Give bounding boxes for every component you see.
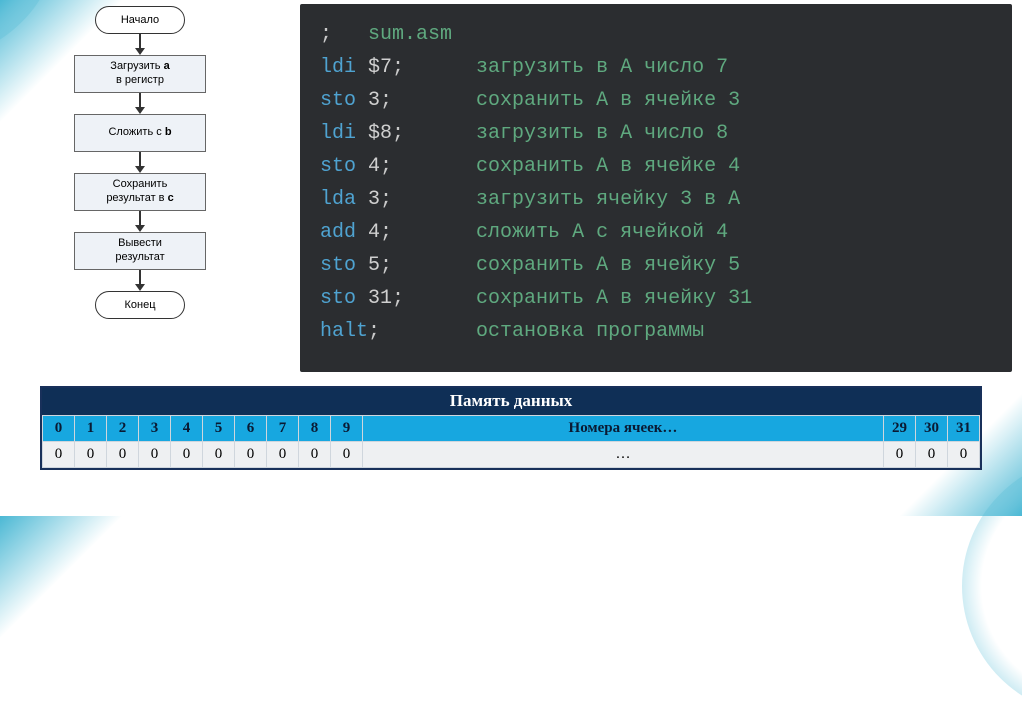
memory-value-cell: 0 xyxy=(299,442,331,468)
arrow-icon xyxy=(135,34,145,55)
flow-step-store: Сохранить результат в c xyxy=(74,173,206,211)
memory-value-cell: 0 xyxy=(884,442,916,468)
memory-header-cell: 8 xyxy=(299,416,331,442)
flow-start: Начало xyxy=(95,6,185,34)
memory-header-cell: 2 xyxy=(107,416,139,442)
memory-value-cell: 0 xyxy=(331,442,363,468)
memory-value-cell: 0 xyxy=(948,442,980,468)
code-line: sto 4; сохранить А в ячейке 4 xyxy=(320,150,994,183)
memory-value-cell: 0 xyxy=(267,442,299,468)
memory-value-cell: … xyxy=(363,442,884,468)
memory-table: Память данных 0123456789Номера ячеек…293… xyxy=(40,386,982,470)
memory-header-cell: 31 xyxy=(948,416,980,442)
arrow-icon xyxy=(135,211,145,232)
top-row: Начало Загрузить a в регистр Сложить с b… xyxy=(10,4,1012,372)
code-line: halt; остановка программы xyxy=(320,315,994,348)
memory-value-cell: 0 xyxy=(916,442,948,468)
memory-header-cell: 4 xyxy=(171,416,203,442)
memory-header-cell: Номера ячеек… xyxy=(363,416,884,442)
code-line: ; sum.asm xyxy=(320,18,994,51)
code-line: sto 5; сохранить А в ячейку 5 xyxy=(320,249,994,282)
memory-header-row: 0123456789Номера ячеек…293031 xyxy=(43,416,980,442)
memory-header-cell: 6 xyxy=(235,416,267,442)
memory-header-cell: 30 xyxy=(916,416,948,442)
code-line: sto 3; сохранить А в ячейке 3 xyxy=(320,84,994,117)
flow-step-print: Вывести результат xyxy=(74,232,206,270)
flow-step-text: Загрузить a в регистр xyxy=(110,60,169,88)
memory-grid: 0123456789Номера ячеек…293031 0000000000… xyxy=(42,415,980,468)
flow-start-label: Начало xyxy=(121,14,159,26)
memory-value-cell: 0 xyxy=(43,442,75,468)
memory-header-cell: 7 xyxy=(267,416,299,442)
flow-step-load: Загрузить a в регистр xyxy=(74,55,206,93)
flow-step-text: Сложить с b xyxy=(108,126,171,140)
memory-value-cell: 0 xyxy=(235,442,267,468)
memory-title: Память данных xyxy=(42,388,980,415)
arrow-icon xyxy=(135,152,145,173)
flow-step-text: Сохранить результат в c xyxy=(106,178,173,206)
memory-header-cell: 3 xyxy=(139,416,171,442)
code-line: lda 3; загрузить ячейку 3 в А xyxy=(320,183,994,216)
memory-header-cell: 9 xyxy=(331,416,363,442)
arrow-icon xyxy=(135,93,145,114)
flowchart: Начало Загрузить a в регистр Сложить с b… xyxy=(10,4,270,319)
flow-step-add: Сложить с b xyxy=(74,114,206,152)
code-line: sto 31; сохранить А в ячейку 31 xyxy=(320,282,994,315)
memory-value-row: 0000000000…000 xyxy=(43,442,980,468)
code-line: ldi $7; загрузить в А число 7 xyxy=(320,51,994,84)
slide-stage: Начало Загрузить a в регистр Сложить с b… xyxy=(0,0,1022,516)
code-line: add 4; сложить А с ячейкой 4 xyxy=(320,216,994,249)
memory-header-cell: 5 xyxy=(203,416,235,442)
code-line: ldi $8; загрузить в А число 8 xyxy=(320,117,994,150)
code-panel: ; sum.asmldi $7; загрузить в А число 7st… xyxy=(300,4,1012,372)
flow-step-text: Вывести результат xyxy=(115,237,164,265)
memory-value-cell: 0 xyxy=(139,442,171,468)
memory-header-cell: 29 xyxy=(884,416,916,442)
memory-value-cell: 0 xyxy=(171,442,203,468)
memory-header-cell: 1 xyxy=(75,416,107,442)
memory-header-cell: 0 xyxy=(43,416,75,442)
memory-value-cell: 0 xyxy=(107,442,139,468)
memory-value-cell: 0 xyxy=(203,442,235,468)
flow-end-label: Конец xyxy=(124,299,155,311)
flow-end: Конец xyxy=(95,291,185,319)
arrow-icon xyxy=(135,270,145,291)
memory-value-cell: 0 xyxy=(75,442,107,468)
